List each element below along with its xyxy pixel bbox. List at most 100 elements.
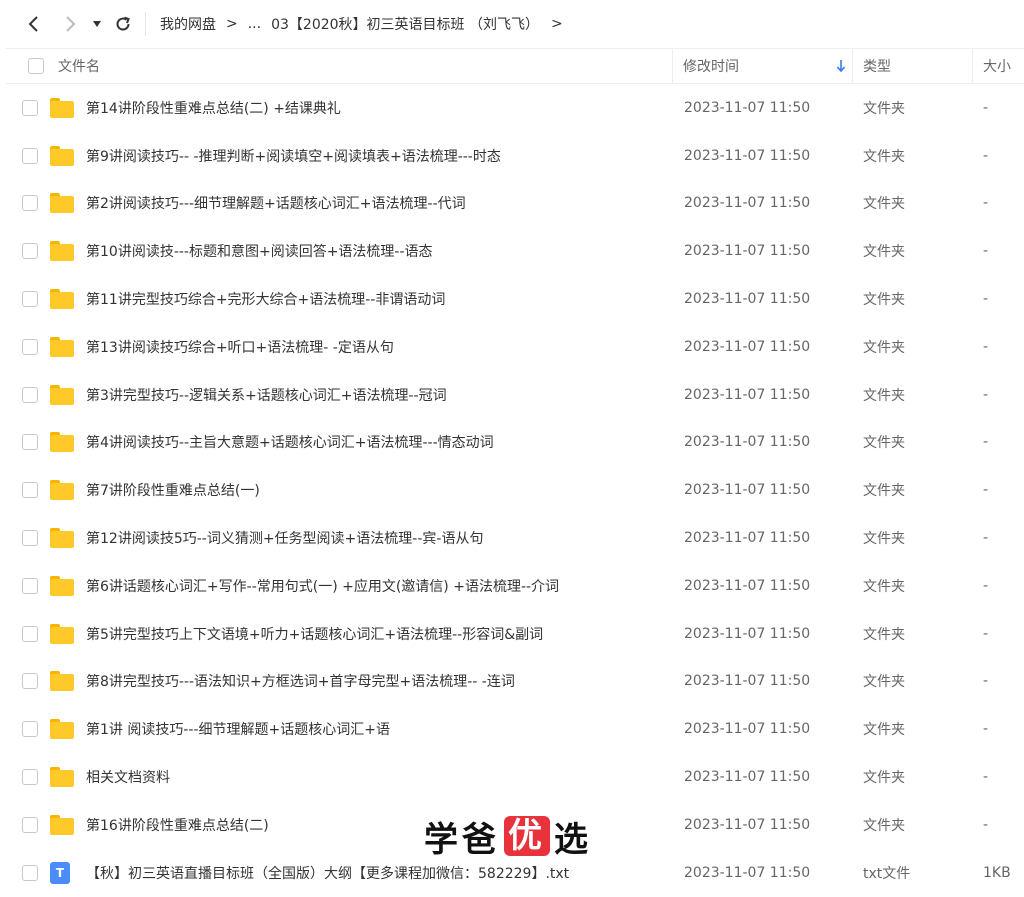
folder-icon bbox=[50, 193, 74, 214]
breadcrumb-ellipsis[interactable]: ... bbox=[248, 16, 261, 32]
row-checkbox-cell[interactable] bbox=[22, 132, 38, 180]
folder-icon bbox=[50, 528, 74, 549]
row-checkbox-cell[interactable] bbox=[22, 801, 38, 849]
file-row[interactable]: 第5讲完型技巧上下文语境+听力+话题核心词汇+语法梳理--形容词&副词 2023-… bbox=[0, 610, 1024, 658]
folder-icon bbox=[50, 767, 74, 788]
file-name[interactable]: 第1讲 阅读技巧---细节理解题+话题核心词汇+语 bbox=[86, 705, 390, 753]
column-divider[interactable] bbox=[672, 49, 673, 83]
file-row[interactable]: 第13讲阅读技巧综合+听口+语法梳理- -定语从句 2023-11-07 11:5… bbox=[0, 323, 1024, 371]
column-header-name[interactable]: 文件名 bbox=[58, 49, 100, 83]
row-checkbox-cell[interactable] bbox=[22, 275, 38, 323]
file-name[interactable]: 第16讲阶段性重难点总结(二) bbox=[86, 801, 269, 849]
file-name[interactable]: 第14讲阶段性重难点总结(二) +结课典礼 bbox=[86, 84, 341, 132]
column-header-type[interactable]: 类型 bbox=[863, 49, 891, 83]
file-name[interactable]: 第8讲完型技巧---语法知识+方框选词+首字母完型+语法梳理-- -连词 bbox=[86, 658, 515, 706]
breadcrumb-root[interactable]: 我的网盘 bbox=[160, 14, 216, 34]
file-size: 1KB bbox=[983, 864, 1011, 881]
file-size: - bbox=[983, 625, 989, 642]
row-checkbox-cell[interactable] bbox=[22, 849, 38, 897]
row-checkbox[interactable] bbox=[22, 769, 38, 786]
file-name[interactable]: 第2讲阅读技巧---细节理解题+话题核心词汇+语法梳理--代词 bbox=[86, 180, 466, 228]
row-checkbox[interactable] bbox=[22, 243, 38, 260]
forward-button[interactable] bbox=[60, 12, 82, 36]
row-checkbox-cell[interactable] bbox=[22, 610, 38, 658]
file-name[interactable]: 第3讲完型技巧--逻辑关系+话题核心词汇+语法梳理--冠词 bbox=[86, 371, 447, 419]
select-all-checkbox[interactable] bbox=[28, 58, 44, 74]
file-modified-time: 2023-11-07 11:50 bbox=[684, 291, 811, 308]
row-checkbox[interactable] bbox=[22, 673, 38, 690]
file-name[interactable]: 相关文档资料 bbox=[86, 753, 170, 801]
file-list: 第14讲阶段性重难点总结(二) +结课典礼 2023-11-07 11:50 文件夹… bbox=[0, 84, 1024, 897]
file-row[interactable]: 第3讲完型技巧--逻辑关系+话题核心词汇+语法梳理--冠词 2023-11-07 … bbox=[0, 371, 1024, 419]
row-checkbox-cell[interactable] bbox=[22, 658, 38, 706]
select-all-checkbox-cell[interactable] bbox=[28, 49, 44, 83]
file-type: 文件夹 bbox=[863, 578, 905, 595]
row-checkbox-cell[interactable] bbox=[22, 466, 38, 514]
file-name[interactable]: 第11讲完型技巧综合+完形大综合+语法梳理--非谓语动词 bbox=[86, 275, 445, 323]
column-divider[interactable] bbox=[852, 49, 853, 83]
row-checkbox[interactable] bbox=[22, 147, 38, 164]
file-name[interactable]: 第10讲阅读技---标题和意图+阅读回答+语法梳理--语态 bbox=[86, 227, 433, 275]
breadcrumb-trailing-chevron[interactable]: > bbox=[551, 16, 563, 32]
row-checkbox[interactable] bbox=[22, 386, 38, 403]
file-name[interactable]: 第7讲阶段性重难点总结(一) bbox=[86, 466, 260, 514]
sort-down-arrow-icon[interactable] bbox=[836, 49, 846, 83]
file-row[interactable]: 第10讲阅读技---标题和意图+阅读回答+语法梳理--语态 2023-11-07 … bbox=[0, 227, 1024, 275]
row-checkbox-cell[interactable] bbox=[22, 705, 38, 753]
file-modified-time: 2023-11-07 11:50 bbox=[684, 816, 811, 833]
row-checkbox[interactable] bbox=[22, 338, 38, 355]
file-row[interactable]: 第9讲阅读技巧-- -推理判断+阅读填空+阅读填表+语法梳理---时态 2023-… bbox=[0, 132, 1024, 180]
history-dropdown-button[interactable] bbox=[88, 12, 106, 36]
row-checkbox[interactable] bbox=[22, 577, 38, 594]
row-checkbox[interactable] bbox=[22, 816, 38, 833]
file-name[interactable]: 第9讲阅读技巧-- -推理判断+阅读填空+阅读填表+语法梳理---时态 bbox=[86, 132, 501, 180]
row-checkbox[interactable] bbox=[22, 434, 38, 451]
file-row[interactable]: 第14讲阶段性重难点总结(二) +结课典礼 2023-11-07 11:50 文件夹… bbox=[0, 84, 1024, 132]
refresh-button[interactable] bbox=[112, 12, 134, 36]
file-row[interactable]: 第8讲完型技巧---语法知识+方框选词+首字母完型+语法梳理-- -连词 2023… bbox=[0, 658, 1024, 706]
file-name[interactable]: 第13讲阅读技巧综合+听口+语法梳理- -定语从句 bbox=[86, 323, 394, 371]
row-checkbox-cell[interactable] bbox=[22, 323, 38, 371]
row-checkbox-cell[interactable] bbox=[22, 371, 38, 419]
file-size: - bbox=[983, 769, 989, 786]
file-row[interactable]: 相关文档资料 2023-11-07 11:50 文件夹 - bbox=[0, 753, 1024, 801]
file-name[interactable]: 第5讲完型技巧上下文语境+听力+话题核心词汇+语法梳理--形容词&副词 bbox=[86, 610, 543, 658]
back-button[interactable] bbox=[22, 12, 44, 36]
row-checkbox-cell[interactable] bbox=[22, 562, 38, 610]
row-checkbox-cell[interactable] bbox=[22, 227, 38, 275]
file-name[interactable]: 第6讲话题核心词汇+写作--常用句式(一) +应用文(邀请信) +语法梳理--介… bbox=[86, 562, 559, 610]
row-checkbox-cell[interactable] bbox=[22, 180, 38, 228]
file-row[interactable]: 第6讲话题核心词汇+写作--常用句式(一) +应用文(邀请信) +语法梳理--介… bbox=[0, 562, 1024, 610]
file-row[interactable]: 第4讲阅读技巧--主旨大意题+话题核心词汇+语法梳理---情态动词 2023-11… bbox=[0, 419, 1024, 467]
folder-icon bbox=[50, 575, 74, 596]
row-checkbox[interactable] bbox=[22, 625, 38, 642]
file-icon-cell bbox=[50, 801, 74, 849]
row-checkbox[interactable] bbox=[22, 530, 38, 547]
row-checkbox[interactable] bbox=[22, 721, 38, 738]
row-checkbox-cell[interactable] bbox=[22, 753, 38, 801]
file-modified-time: 2023-11-07 11:50 bbox=[684, 721, 811, 738]
file-row[interactable]: 第7讲阶段性重难点总结(一) 2023-11-07 11:50 文件夹 - bbox=[0, 466, 1024, 514]
chevron-right-icon bbox=[66, 16, 76, 32]
row-checkbox[interactable] bbox=[22, 291, 38, 308]
row-checkbox-cell[interactable] bbox=[22, 514, 38, 562]
file-row[interactable]: 第2讲阅读技巧---细节理解题+话题核心词汇+语法梳理--代词 2023-11-0… bbox=[0, 180, 1024, 228]
column-header-size[interactable]: 大小 bbox=[983, 49, 1011, 83]
file-row[interactable]: 第11讲完型技巧综合+完形大综合+语法梳理--非谓语动词 2023-11-07 1… bbox=[0, 275, 1024, 323]
file-row[interactable]: 第12讲阅读技5巧--词义猜测+任务型阅读+语法梳理--宾-语从句 2023-11… bbox=[0, 514, 1024, 562]
row-checkbox[interactable] bbox=[22, 482, 38, 499]
column-header-modified[interactable]: 修改时间 bbox=[683, 49, 739, 83]
file-icon-cell bbox=[50, 466, 74, 514]
file-name[interactable]: 第4讲阅读技巧--主旨大意题+话题核心词汇+语法梳理---情态动词 bbox=[86, 419, 494, 467]
row-checkbox[interactable] bbox=[22, 99, 38, 116]
row-checkbox[interactable] bbox=[22, 864, 38, 881]
file-row[interactable]: 第1讲 阅读技巧---细节理解题+话题核心词汇+语 2023-11-07 11:5… bbox=[0, 705, 1024, 753]
file-name[interactable]: 第12讲阅读技5巧--词义猜测+任务型阅读+语法梳理--宾-语从句 bbox=[86, 514, 483, 562]
column-divider[interactable] bbox=[972, 49, 973, 83]
row-checkbox-cell[interactable] bbox=[22, 419, 38, 467]
file-icon-cell bbox=[50, 562, 74, 610]
folder-icon bbox=[50, 97, 74, 118]
row-checkbox[interactable] bbox=[22, 195, 38, 212]
file-size: - bbox=[983, 338, 989, 355]
row-checkbox-cell[interactable] bbox=[22, 84, 38, 132]
